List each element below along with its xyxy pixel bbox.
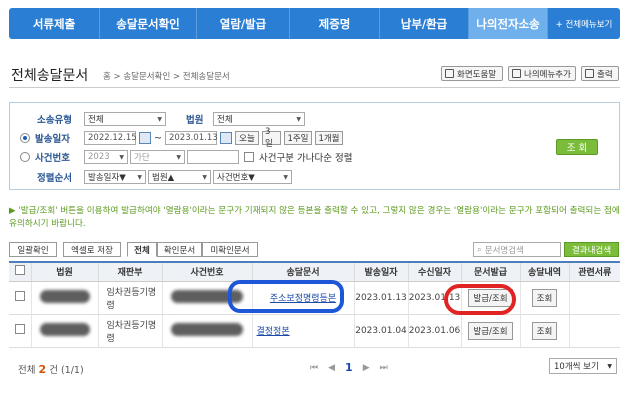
issue-view-button[interactable]: 발급/조회 [468,321,513,340]
first-page-icon[interactable]: ⏮ [310,363,318,373]
chevron-down-icon: ▼ [176,153,181,161]
table-row: 임차권등기명령 결정정본 2023.01.04 2023.01.06 발급/조회… [9,314,620,348]
history-view-button[interactable]: 조회 [531,321,558,340]
next-page-icon[interactable]: ▶ [363,363,370,373]
last-page-icon[interactable]: ⏭ [380,363,388,373]
case-year-select[interactable]: 2023 ▼ [84,150,128,164]
divider [9,87,620,88]
add-my-menu-button[interactable]: 나의메뉴추가 [508,66,576,81]
doc-search-input[interactable]: ⌕ 문서명검색 [473,242,561,257]
col-issue: 문서발급 [461,261,521,282]
prev-page-icon[interactable]: ◀ [328,363,335,373]
highlight-blue-annotation [228,280,344,313]
one-month-button[interactable]: 1개월 [314,131,343,145]
chevron-down-icon: ▼ [296,115,301,123]
query-button[interactable]: 조 회 [556,139,598,155]
pagination: ⏮ ◀ 1 ▶ ⏭ [310,361,388,374]
total-count: 전체 2 건 (1/1) [18,363,84,376]
select-all-checkbox[interactable] [14,265,25,276]
tab-unconfirmed[interactable]: 미확인문서 [202,242,258,257]
search-icon: ⌕ [477,244,482,255]
chevron-down-icon: ▼ [119,153,124,161]
bookmark-icon [512,69,521,78]
excel-save-button[interactable]: 엑셀로 저장 [63,242,121,257]
sort-by-type-label: 사건구분 가나다순 정렬 [259,153,353,164]
search-in-results-button[interactable]: 결과내검색 [564,242,619,257]
page-title: 전체송달문서 [11,68,89,84]
document-link[interactable]: 결정정본 [257,327,290,337]
col-court: 법원 [31,261,99,282]
redacted-court [39,289,90,303]
redacted-court [39,322,90,336]
calendar-icon[interactable] [139,132,151,144]
chevron-down-icon: ▼ [607,362,612,370]
sort-by-type-checkbox[interactable] [244,152,254,162]
send-date-label: 발송일자 [35,134,70,145]
row-checkbox[interactable] [14,324,25,334]
table-header: 법원 재판부 사건번호 송달문서 발송일자 수신일자 문서발급 송달내역 관련서… [9,261,620,282]
top-nav: 서류제출 송달문서확인 열람/발급 제증명 납부/환급 나의전자소송 + 전체메… [9,8,620,39]
nav-view-issue[interactable]: 열람/발급 [197,8,290,39]
redacted-case-number [171,322,243,336]
tab-all[interactable]: 전체 [127,242,157,257]
help-button[interactable]: 화면도움말 [441,66,503,81]
tab-confirmed[interactable]: 확인문서 [157,242,202,257]
case-number-radio[interactable] [20,152,30,162]
nav-delivery-check[interactable]: 송달문서확인 [100,8,197,39]
row-checkbox[interactable] [14,291,25,301]
nav-certificate[interactable]: 제증명 [290,8,380,39]
col-history: 송달내역 [520,261,570,282]
nav-my-ecourt[interactable]: 나의전자소송 [469,8,548,39]
chevron-down-icon: ▼ [202,173,207,181]
today-button[interactable]: 오늘 [234,131,259,145]
chevron-down-icon: ▼ [157,115,162,123]
case-number-label: 사건번호 [35,153,70,164]
per-page-select[interactable]: 10개씩 보기 ▼ [549,358,617,374]
court-label: 법원 [186,115,204,126]
nav-payment[interactable]: 납부/환급 [380,8,469,39]
col-case-number: 사건번호 [162,261,253,282]
date-from-input[interactable]: 2022.12.15 [84,131,137,145]
highlight-red-annotation [444,284,516,315]
sort-order-label: 정렬순서 [37,173,72,184]
breadcrumb: 홈 > 송달문서확인 > 전체송달문서 [103,72,230,82]
notice-text: ▶ '발급/조회' 버튼을 이용하여 발급하여야 '열람용'이라는 문구가 기재… [9,206,620,229]
chevron-down-icon: ▼ [137,173,142,181]
page-number[interactable]: 1 [345,361,353,374]
case-number-input[interactable] [187,150,239,164]
nav-all-menu[interactable]: + 전체메뉴보기 [548,8,620,39]
one-week-button[interactable]: 1주일 [283,131,312,145]
three-days-button[interactable]: 3일 [261,127,281,149]
col-division: 재판부 [98,261,163,282]
col-send-date: 발송일자 [354,261,409,282]
sort2-select[interactable]: 법원▲ ▼ [148,170,211,184]
send-date-cell: 2023.01.04 [354,314,409,348]
receive-date-cell: 2023.01.06 [408,314,462,348]
send-date-cell: 2023.01.13 [354,281,409,315]
col-related: 관련서류 [569,261,620,282]
bulk-confirm-button[interactable]: 일괄확인 [9,242,57,257]
col-document: 송달문서 [252,261,355,282]
calendar-icon[interactable] [219,132,232,144]
sort3-select[interactable]: 사건번호▼ ▼ [213,170,292,184]
nav-submit[interactable]: 서류제출 [9,8,100,39]
help-icon [445,69,454,78]
print-button[interactable]: 출력 [581,66,619,81]
send-date-radio[interactable] [20,133,30,143]
case-type-label: 소송유형 [37,115,72,126]
printer-icon [585,69,594,78]
division-cell: 임차권등기명령 [98,281,163,315]
history-view-button[interactable]: 조회 [531,288,558,307]
court-select[interactable]: 전체 ▼ [213,112,305,126]
division-cell: 임차권등기명령 [98,314,163,348]
col-receive-date: 수신일자 [408,261,462,282]
date-to-input[interactable]: 2023.01.13 [164,131,218,145]
sort1-select[interactable]: 발송일자▼ ▼ [84,170,146,184]
chevron-down-icon: ▼ [283,173,288,181]
case-kind-select[interactable]: 가단 ▼ [130,150,185,164]
case-type-select[interactable]: 전체 ▼ [84,112,166,126]
